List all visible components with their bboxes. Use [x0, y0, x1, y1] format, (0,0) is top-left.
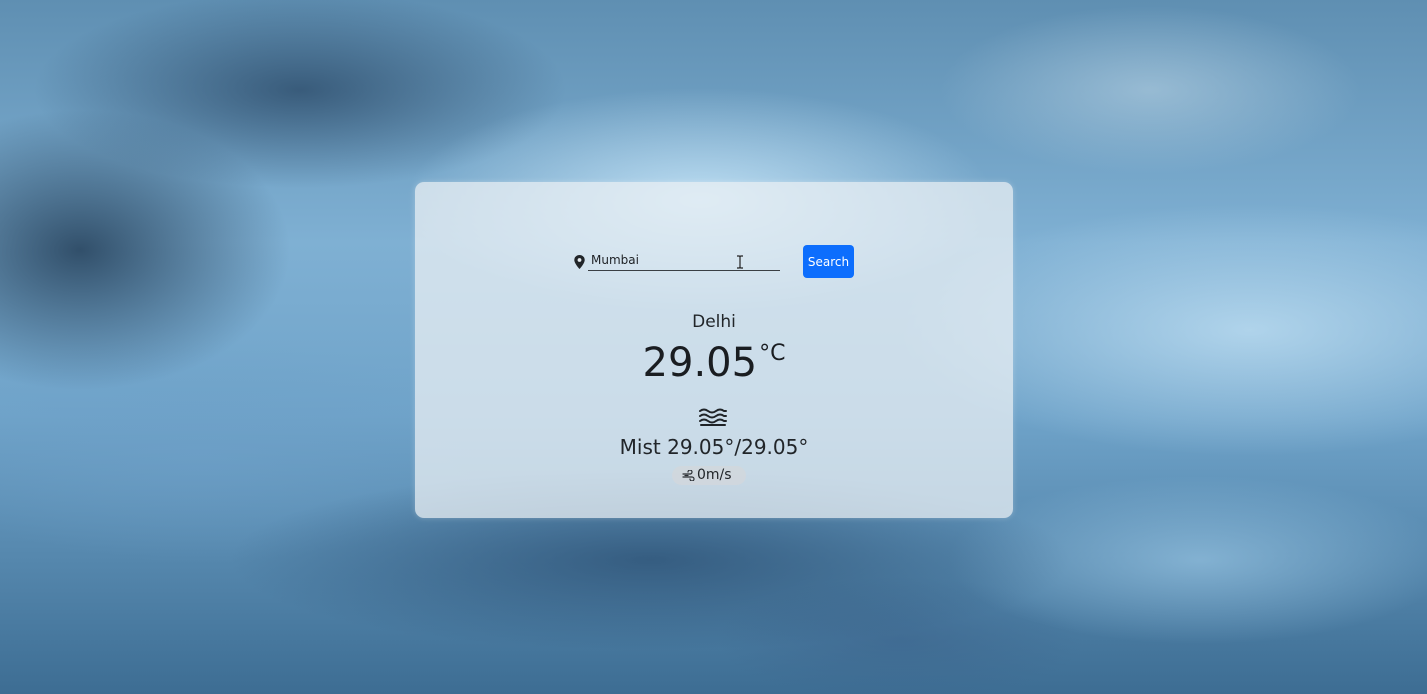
condition-text: Mist	[619, 435, 661, 459]
wind-icon	[682, 470, 695, 481]
temperature-unit: °C	[759, 341, 786, 366]
min-max-temperature: 29.05°/29.05°	[667, 435, 809, 459]
text-cursor-icon	[737, 255, 743, 269]
city-name: Delhi	[692, 312, 736, 332]
mist-icon	[699, 408, 727, 426]
temperature-display: 29.05°C	[564, 340, 864, 386]
city-search-input[interactable]	[588, 250, 780, 271]
search-button[interactable]: Search	[803, 245, 854, 278]
map-pin-icon	[574, 255, 585, 269]
wind-speed: 0m/s	[697, 467, 732, 483]
weather-description: Mist 29.05°/29.05°	[564, 435, 864, 459]
temperature-value: 29.05	[642, 340, 758, 386]
